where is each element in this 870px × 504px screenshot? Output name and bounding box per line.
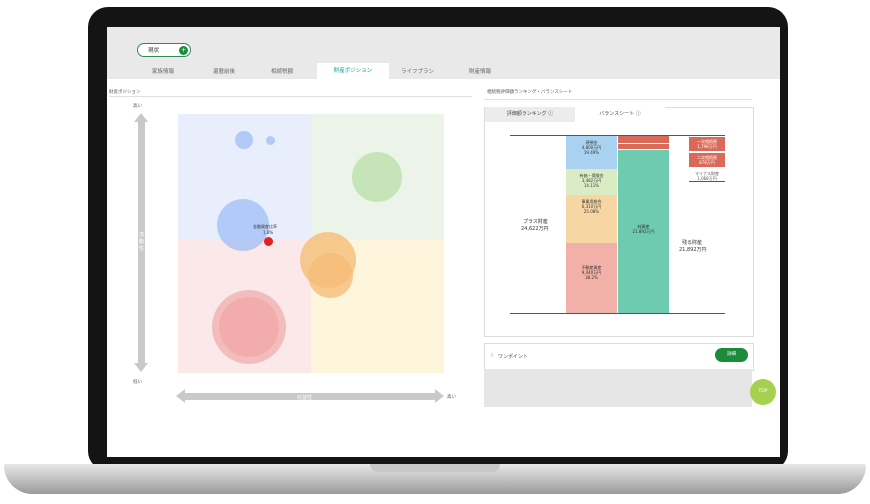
bottom-rule: [510, 313, 725, 314]
marker-dot[interactable]: [264, 237, 273, 246]
onepoint-label: ワンポイント: [498, 354, 529, 360]
tab-ranking-label: 評価額ランキング: [506, 111, 547, 117]
remaining-assets-label: 残る財産: [682, 240, 703, 246]
asset-pct: 25.08%: [583, 209, 600, 214]
asset-pct: 14.11%: [583, 183, 600, 188]
divider: [109, 96, 472, 97]
bubble-blue-tiny[interactable]: [266, 136, 275, 145]
tab-kanreki[interactable]: 還暦前後: [213, 67, 235, 75]
net-asset-value: 21,892万円: [632, 229, 655, 234]
asset-pct: 38.2%: [585, 275, 598, 280]
x-axis-high-label: 高い: [447, 395, 456, 400]
tab-tax[interactable]: 相続税額: [271, 67, 293, 75]
hand-pointer-icon: ☝: [490, 352, 494, 359]
arrow-left-icon: [176, 389, 185, 403]
asset-segment-business[interactable]: 事業用総合 6,310万円 25.08%: [566, 195, 617, 243]
tab-asset-position[interactable]: 財産ポジション: [317, 63, 389, 79]
y-axis-low-label: 低い: [133, 380, 142, 385]
liability-value: 1,798万円: [697, 144, 717, 149]
asset-segment-realestate[interactable]: 不動産資産 9,440万円 38.2%: [566, 243, 617, 313]
top-button[interactable]: TOP: [750, 379, 776, 405]
app-screen: 現状 + 家族情報 還暦前後 相続税額 財産ポジション ライフプラン 財産情報 …: [107, 27, 780, 457]
y-axis-label: 流動性: [139, 232, 145, 252]
onepoint-box: ☝ ワンポイント: [484, 343, 754, 371]
liability-value: 1,068万円: [697, 176, 717, 181]
asset-pct: 19.49%: [583, 150, 600, 155]
tab-family[interactable]: 家族情報: [152, 67, 174, 75]
asset-segment-securities[interactable]: 有価・保険金 3,482万円 14.11%: [566, 169, 617, 195]
remaining-assets-value: 21,892万円: [679, 247, 707, 253]
callout-tax1: 一次相続税 1,798万円: [689, 137, 725, 151]
x-axis-label: 収益性: [297, 395, 313, 401]
arrow-down-icon: [134, 363, 148, 372]
callout-minus: マイナス財産 1,068万円: [689, 170, 725, 182]
bubble-blue-small[interactable]: [235, 131, 253, 149]
plus-assets-label: プラス財産: [523, 219, 548, 225]
onepoint-content: [484, 369, 752, 407]
laptop-notch: [370, 464, 500, 472]
plus-assets-value: 24,622万円: [521, 226, 549, 232]
plus-icon[interactable]: +: [179, 46, 188, 55]
tab-asset-info[interactable]: 財産情報: [469, 67, 491, 75]
liability-segment-tax1[interactable]: [618, 136, 669, 143]
right-panel-title: 相続税評価額ランキング・バランスシート: [487, 90, 573, 95]
tab-lifeplan[interactable]: ライフプラン: [401, 67, 434, 75]
tab-balance-sheet-label: バランスシート: [599, 111, 635, 117]
tab-balance-sheet[interactable]: バランスシート ⓘ: [575, 107, 665, 122]
marker-value: 1.8%: [263, 230, 274, 235]
status-pill[interactable]: 現状 +: [137, 43, 191, 57]
divider: [484, 99, 752, 100]
asset-segment-cash[interactable]: 現預金 4,800万円 19.49%: [566, 136, 617, 169]
callout-tax2: 二次相続税 878万円: [689, 153, 725, 167]
status-pill-label: 現状: [148, 48, 160, 54]
liability-segment-tax2[interactable]: [618, 144, 669, 149]
header-bar: 現状 + 家族情報 還暦前後 相続税額 財産ポジション ライフプラン 財産情報: [107, 27, 780, 79]
bubble-orange-small[interactable]: [308, 253, 353, 298]
detail-button[interactable]: 詳細: [715, 348, 748, 362]
y-axis-high-label: 高い: [133, 104, 142, 109]
net-asset-segment[interactable]: 純資産 21,892万円: [618, 150, 669, 313]
liability-value: 878万円: [699, 160, 715, 165]
left-panel-title: 財産ポジション: [109, 90, 141, 95]
arrow-right-icon: [435, 389, 444, 403]
bubble-green[interactable]: [352, 152, 402, 202]
tab-ranking[interactable]: 評価額ランキング ⓘ: [485, 107, 575, 122]
bubble-red-inner[interactable]: [219, 297, 279, 357]
